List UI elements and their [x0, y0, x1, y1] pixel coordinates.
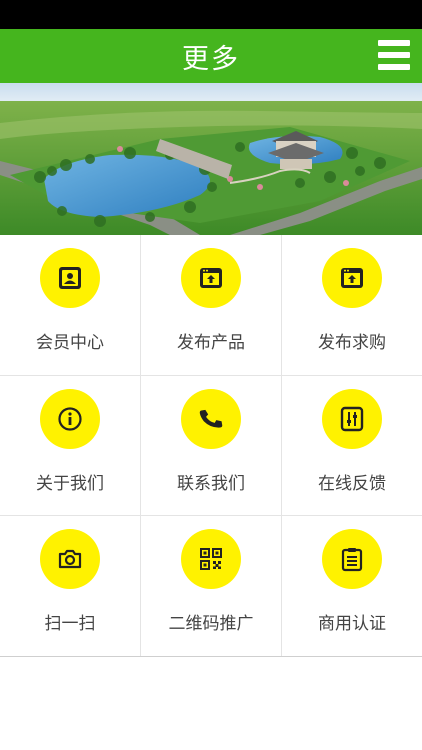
app-header: 更多 [0, 29, 422, 83]
clipboard-icon [322, 529, 382, 589]
menu-item-label: 在线反馈 [318, 474, 386, 494]
menu-item-publish-request[interactable]: 发布求购 [282, 235, 422, 375]
menu-item-label: 商用认证 [318, 614, 386, 634]
info-icon [40, 389, 100, 449]
menu-item-label: 发布产品 [177, 333, 245, 353]
menu-item-online-feedback[interactable]: 在线反馈 [282, 376, 422, 516]
menu-item-business-certification[interactable]: 商用认证 [282, 516, 422, 656]
publish-upload-icon [181, 248, 241, 308]
menu-item-label: 关于我们 [36, 474, 104, 494]
publish-upload-icon [322, 248, 382, 308]
hamburger-menu-icon-bar [378, 64, 410, 70]
camera-icon [40, 529, 100, 589]
menu-item-label: 二维码推广 [168, 614, 254, 634]
menu-item-publish-product[interactable]: 发布产品 [141, 235, 281, 375]
status-bar [0, 0, 422, 29]
hamburger-menu-icon [378, 40, 410, 46]
menu-item-qr-promotion[interactable]: 二维码推广 [141, 516, 281, 656]
menu-item-label: 扫一扫 [44, 614, 96, 634]
menu-grid: 会员中心 发布产品 发布求购 关于我们 联系我们 在线反馈 扫一扫 二维码推广 … [0, 235, 422, 657]
feedback-sliders-icon [322, 389, 382, 449]
menu-item-member-center[interactable]: 会员中心 [0, 235, 140, 375]
menu-item-about-us[interactable]: 关于我们 [0, 376, 140, 516]
banner-image[interactable] [0, 83, 422, 235]
qr-code-icon [181, 529, 241, 589]
member-card-icon [40, 248, 100, 308]
menu-item-label: 联系我们 [177, 474, 245, 494]
menu-item-label: 会员中心 [36, 333, 104, 353]
menu-button[interactable] [378, 40, 410, 70]
landscape-park-aerial-photo [0, 83, 422, 235]
hamburger-menu-icon-bar [378, 52, 410, 58]
menu-item-contact-us[interactable]: 联系我们 [141, 376, 281, 516]
phone-icon [181, 389, 241, 449]
menu-item-scan[interactable]: 扫一扫 [0, 516, 140, 656]
page-title: 更多 [182, 43, 240, 75]
menu-item-label: 发布求购 [318, 333, 386, 353]
